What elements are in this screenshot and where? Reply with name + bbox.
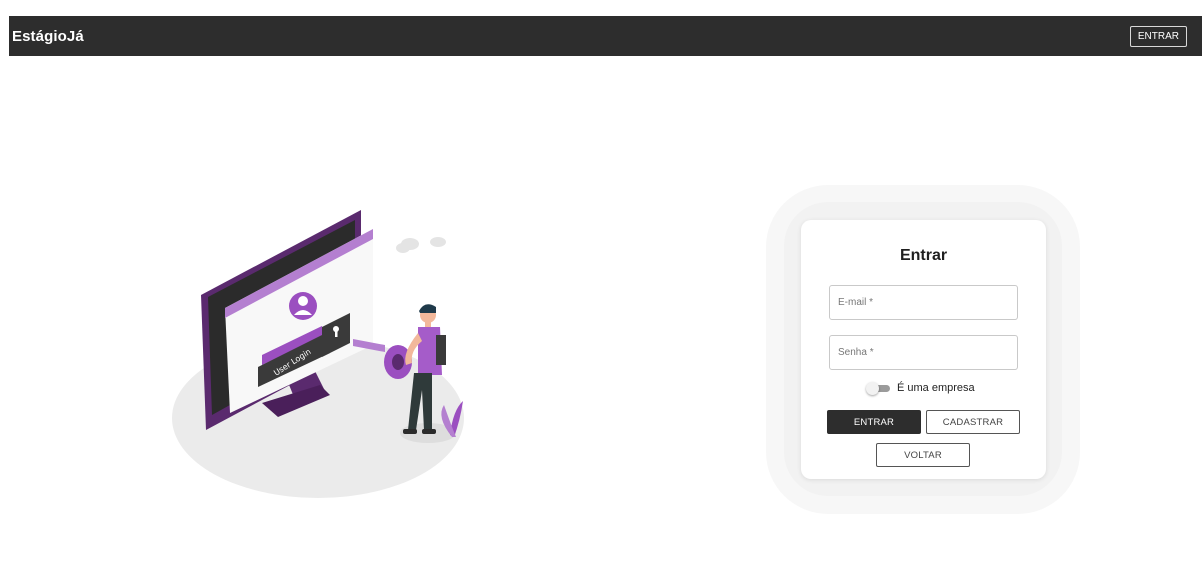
company-toggle-label: É uma empresa: [897, 382, 975, 394]
cloud-icon-small: [430, 237, 446, 247]
login-illustration: User Login: [172, 210, 464, 498]
person-shoe-right: [422, 429, 436, 434]
register-button[interactable]: CADASTRAR: [926, 410, 1020, 434]
company-toggle-row[interactable]: É uma empresa: [801, 380, 1046, 396]
brand-logo[interactable]: EstágioJá: [12, 28, 84, 45]
enter-button[interactable]: ENTRAR: [827, 410, 921, 434]
person-shoe-left: [403, 429, 417, 434]
top-navbar: EstágioJá ENTRAR: [9, 16, 1202, 56]
company-toggle-thumb[interactable]: [866, 382, 879, 395]
email-field[interactable]: [829, 285, 1018, 320]
nav-enter-button[interactable]: ENTRAR: [1129, 26, 1187, 47]
login-title: Entrar: [899, 247, 948, 264]
back-button[interactable]: VOLTAR: [876, 443, 970, 467]
login-card: Entrar É uma empresa ENTRAR CADASTRAR VO…: [801, 220, 1046, 479]
password-field[interactable]: [829, 335, 1018, 370]
